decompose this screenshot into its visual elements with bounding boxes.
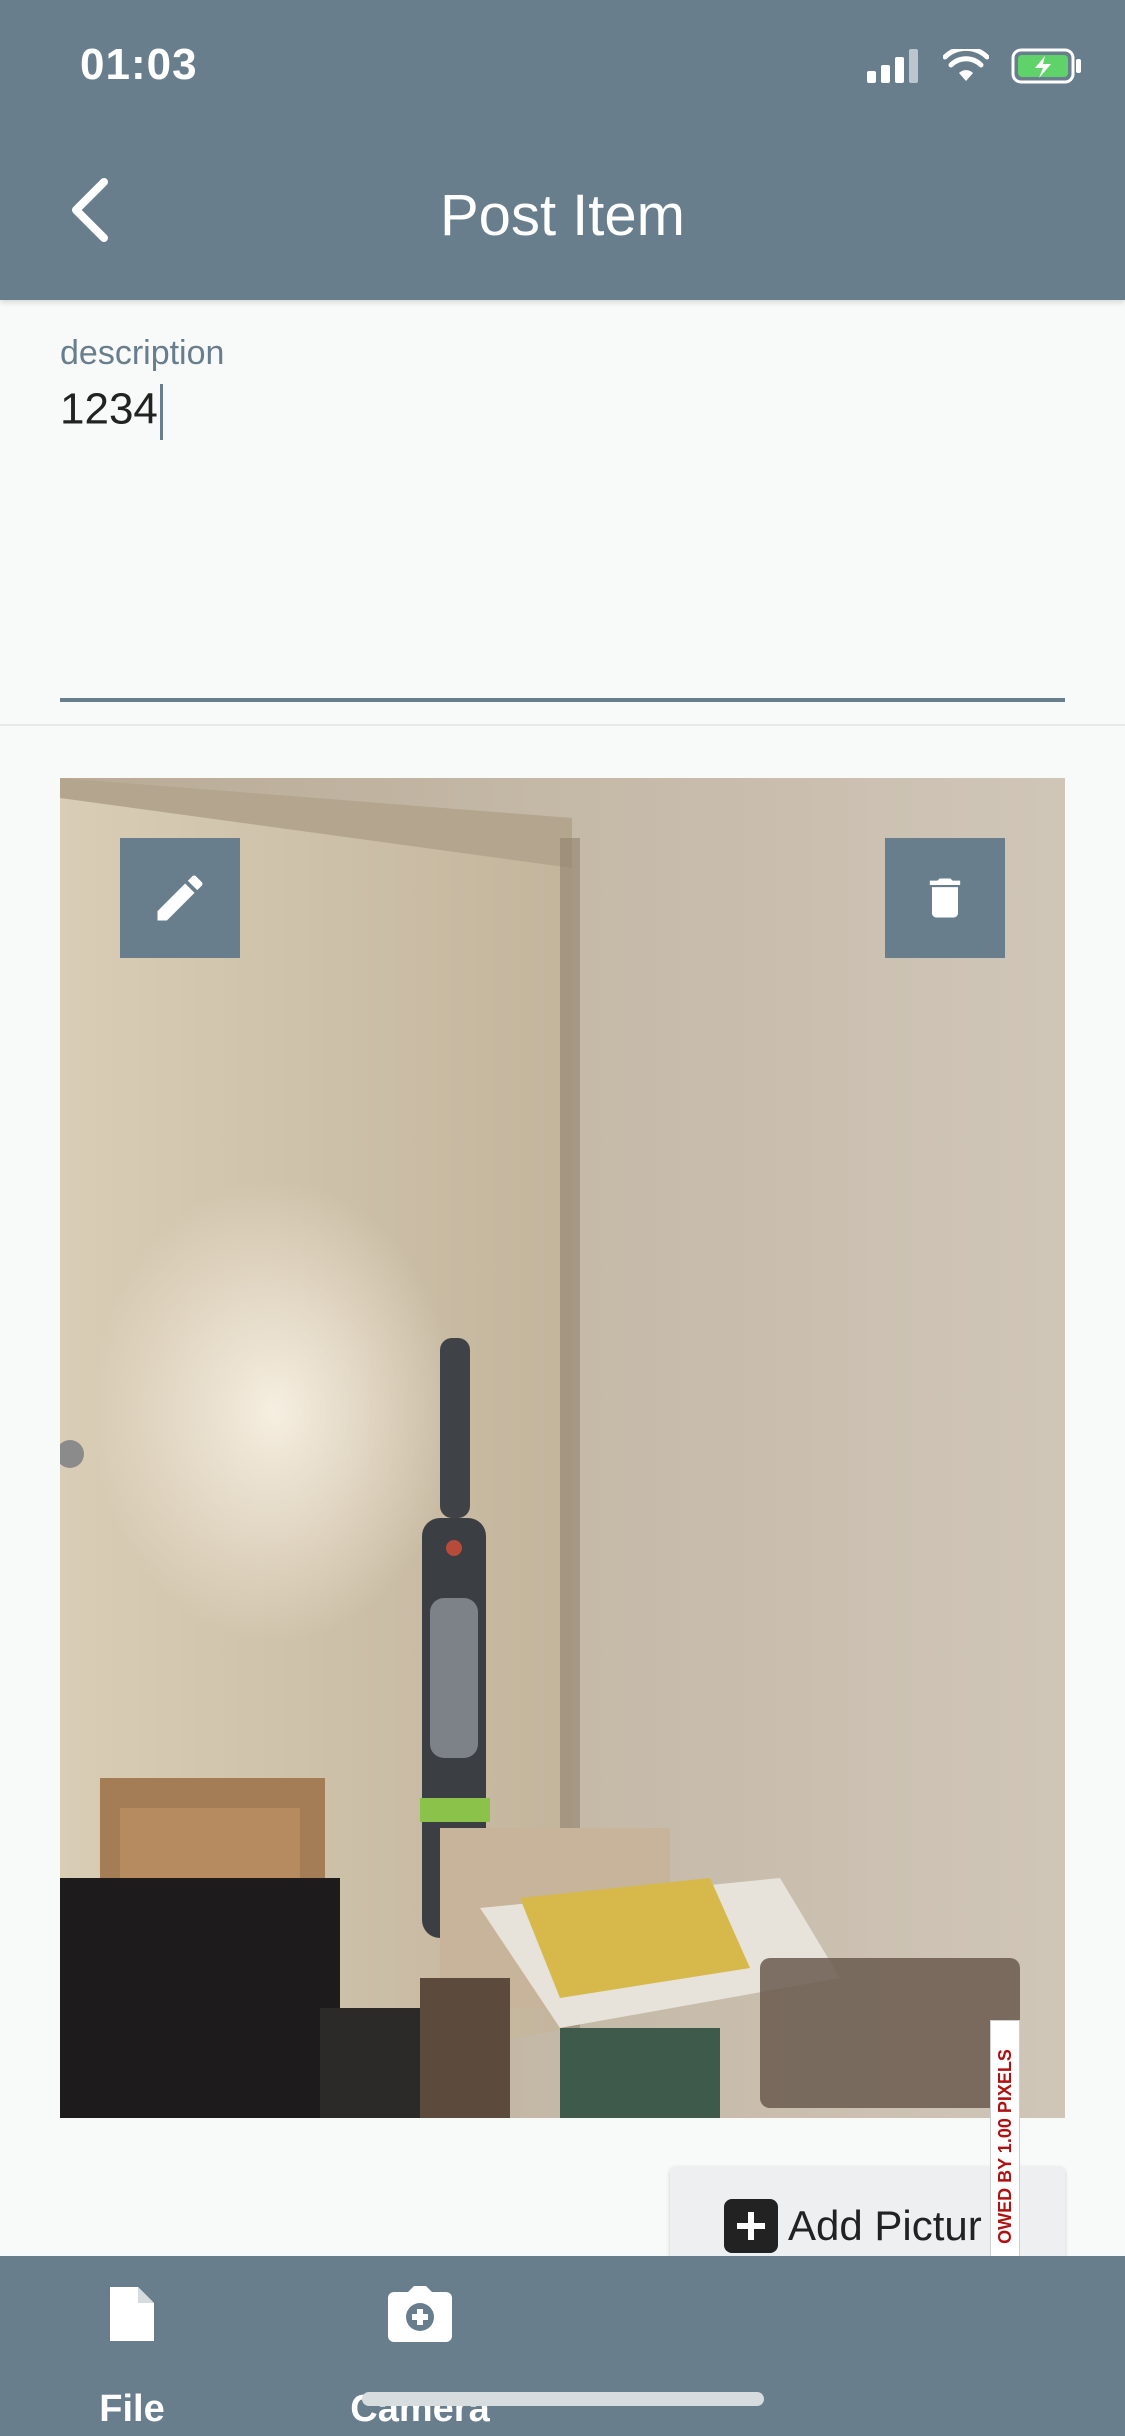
description-value: 1234	[60, 384, 158, 434]
bottom-toolbar: File Camera	[0, 2256, 1125, 2436]
description-label: description	[60, 334, 225, 372]
file-label: File	[99, 2388, 165, 2430]
description-field[interactable]: description 1234	[60, 330, 1065, 702]
file-button[interactable]: File	[52, 2274, 212, 2431]
edit-photo-button[interactable]	[120, 838, 240, 958]
add-picture-label: Add Pictur	[788, 2202, 982, 2249]
signal-icon	[867, 49, 921, 83]
page-title: Post Item	[440, 183, 685, 248]
status-icons	[867, 48, 1083, 84]
item-photo	[60, 778, 1065, 2118]
status-time: 01:03	[80, 40, 198, 89]
trash-icon	[929, 878, 961, 918]
home-indicator[interactable]	[362, 2392, 764, 2406]
camera-icon	[388, 2286, 452, 2342]
plus-icon	[724, 2199, 778, 2253]
description-input[interactable]: 1234	[60, 384, 163, 440]
header: 01:03 Post Item	[0, 0, 1125, 300]
battery-icon	[1011, 48, 1083, 84]
watermark-badge: OWED BY 1.00 PIXELS	[990, 2020, 1020, 2272]
wifi-icon	[943, 49, 989, 83]
pencil-icon	[157, 875, 203, 921]
camera-button[interactable]: Camera	[340, 2274, 500, 2431]
screen: 01:03 Post Item description 1234 Add Pic…	[0, 0, 1125, 2436]
section-divider	[0, 724, 1125, 726]
description-underline	[60, 698, 1065, 702]
photo-illustration	[60, 778, 1065, 2118]
delete-photo-button[interactable]	[885, 838, 1005, 958]
watermark-text: OWED BY 1.00 PIXELS	[994, 2048, 1015, 2244]
file-icon	[110, 2287, 154, 2341]
text-caret	[159, 384, 163, 440]
